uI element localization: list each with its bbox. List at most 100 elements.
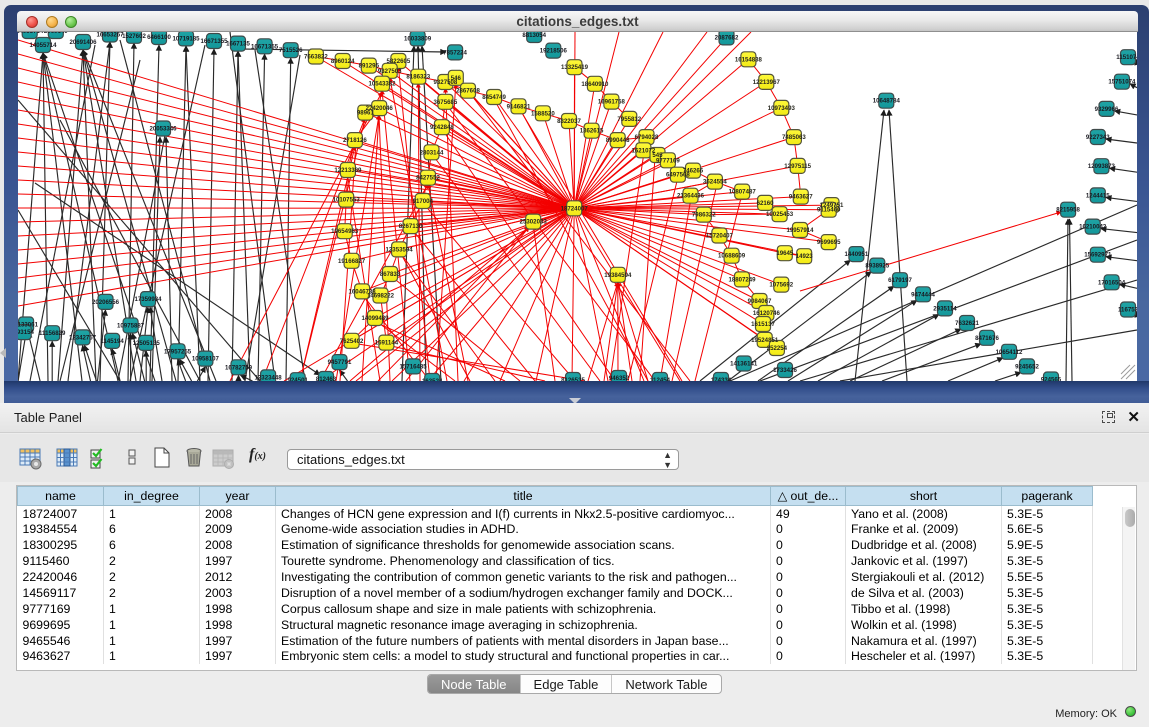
svg-text:10975887: 10975887 <box>117 323 145 330</box>
svg-text:62160: 62160 <box>757 200 775 207</box>
svg-text:9242848: 9242848 <box>430 124 454 131</box>
svg-text:7986322: 7986322 <box>692 212 716 219</box>
svg-text:25302033: 25302033 <box>520 219 548 226</box>
svg-text:8215958: 8215958 <box>1056 207 1080 214</box>
svg-text:19166827: 19166827 <box>338 258 366 265</box>
svg-text:7663822: 7663822 <box>304 54 328 61</box>
svg-text:6794028: 6794028 <box>635 134 659 141</box>
svg-text:19957914: 19957914 <box>786 227 814 234</box>
svg-text:9084067: 9084067 <box>748 298 772 305</box>
svg-text:14136141: 14136141 <box>730 361 758 368</box>
svg-text:8938925: 8938925 <box>865 263 889 270</box>
svg-text:18640910: 18640910 <box>581 81 609 88</box>
svg-text:1667135: 1667135 <box>226 41 250 48</box>
svg-text:10719185: 10719185 <box>172 35 200 42</box>
svg-text:21364436: 21364436 <box>677 193 705 200</box>
svg-text:16671355: 16671355 <box>200 38 228 45</box>
svg-text:393154: 393154 <box>18 329 34 336</box>
svg-text:6466100: 6466100 <box>147 34 171 41</box>
svg-text:8990448: 8990448 <box>606 137 630 144</box>
svg-text:15692971: 15692971 <box>1084 252 1112 259</box>
svg-text:9146821: 9146821 <box>507 103 531 110</box>
svg-text:15720407: 15720407 <box>706 233 734 240</box>
svg-text:891295: 891295 <box>359 63 380 70</box>
svg-text:16671355: 16671355 <box>251 43 279 50</box>
svg-text:8427552: 8427552 <box>416 175 440 182</box>
svg-text:8186323: 8186323 <box>406 74 430 81</box>
svg-text:1527602: 1527602 <box>122 33 146 40</box>
svg-text:1362615: 1362615 <box>580 128 604 135</box>
svg-text:3624554: 3624554 <box>703 179 727 186</box>
svg-text:1733426: 1733426 <box>773 367 797 374</box>
svg-text:12093873: 12093873 <box>1088 163 1116 170</box>
svg-text:2087682: 2087682 <box>715 34 739 41</box>
svg-text:14055714: 14055714 <box>18 32 44 35</box>
svg-text:20691406: 20691406 <box>69 39 97 46</box>
svg-text:3675685: 3675685 <box>434 99 458 106</box>
svg-text:16033809: 16033809 <box>404 35 432 42</box>
svg-text:867833: 867833 <box>380 271 401 278</box>
svg-text:7857224: 7857224 <box>443 49 467 56</box>
svg-text:10973493: 10973493 <box>768 105 796 112</box>
svg-text:917004: 917004 <box>413 198 434 205</box>
svg-text:19524851: 19524851 <box>751 337 779 344</box>
svg-text:12323448: 12323448 <box>255 374 283 381</box>
svg-text:15751074: 15751074 <box>1108 79 1136 86</box>
svg-text:9457791: 9457791 <box>328 359 352 366</box>
svg-text:19384594: 19384594 <box>604 272 632 279</box>
svg-text:252254: 252254 <box>767 345 788 352</box>
svg-text:2867608: 2867608 <box>456 88 480 95</box>
svg-text:20206556: 20206556 <box>92 299 120 306</box>
svg-text:16154838: 16154838 <box>735 56 763 63</box>
svg-text:1151074: 1151074 <box>1116 54 1137 61</box>
svg-text:19645: 19645 <box>776 250 794 257</box>
svg-text:746266: 746266 <box>683 168 704 175</box>
svg-text:16120746: 16120746 <box>753 310 781 317</box>
svg-text:10025453: 10025453 <box>766 211 794 218</box>
svg-text:98961: 98961 <box>357 110 375 117</box>
svg-text:18807249: 18807249 <box>728 276 756 283</box>
svg-text:7485063: 7485063 <box>782 134 806 141</box>
svg-text:7625402: 7625402 <box>340 338 364 345</box>
svg-text:16653267: 16653267 <box>96 32 124 39</box>
svg-text:12505135: 12505135 <box>133 340 161 347</box>
svg-text:7515526: 7515526 <box>279 47 303 54</box>
svg-text:546: 546 <box>451 75 462 82</box>
svg-text:1588520: 1588520 <box>531 110 555 117</box>
svg-text:10543382: 10543382 <box>368 81 396 88</box>
svg-text:14698222: 14698222 <box>367 293 395 300</box>
svg-text:16961758: 16961758 <box>598 99 626 106</box>
svg-text:2803144: 2803144 <box>420 149 444 156</box>
svg-text:20053346: 20053346 <box>149 126 177 133</box>
svg-text:17957255: 17957255 <box>164 348 192 355</box>
svg-text:17359934: 17359934 <box>134 296 162 303</box>
svg-text:12342757: 12342757 <box>69 334 97 341</box>
svg-text:12353594: 12353594 <box>386 246 414 253</box>
svg-text:7632621: 7632621 <box>955 320 979 327</box>
svg-text:9327503: 9327503 <box>378 68 402 75</box>
svg-text:14099489: 14099489 <box>361 315 389 322</box>
svg-text:8267130: 8267130 <box>399 223 423 230</box>
svg-text:9245652: 9245652 <box>1015 363 1039 370</box>
svg-text:11156829: 11156829 <box>39 330 66 337</box>
svg-text:14055714: 14055714 <box>29 42 57 49</box>
svg-text:18724007: 18724007 <box>561 205 589 212</box>
svg-text:19654983: 19654983 <box>331 228 359 235</box>
svg-text:2069140: 2069140 <box>44 32 68 35</box>
svg-text:1244415: 1244415 <box>1086 192 1110 199</box>
svg-text:10688609: 10688609 <box>718 253 746 260</box>
svg-text:8454749: 8454749 <box>482 94 506 101</box>
svg-text:12975115: 12975115 <box>784 163 811 170</box>
svg-text:2935114: 2935114 <box>933 305 957 312</box>
svg-text:12213389: 12213389 <box>334 167 362 174</box>
svg-text:9699695: 9699695 <box>817 239 841 246</box>
svg-text:7955812: 7955812 <box>617 116 641 123</box>
svg-text:5822605: 5822605 <box>387 58 411 65</box>
svg-text:6179197: 6179197 <box>888 277 912 284</box>
svg-text:10107553: 10107553 <box>333 197 361 204</box>
svg-text:9329966: 9329966 <box>1095 106 1119 113</box>
svg-text:10654112: 10654112 <box>996 349 1023 356</box>
svg-text:1691144: 1691144 <box>375 340 399 347</box>
svg-text:9474444: 9474444 <box>911 291 935 298</box>
svg-text:2718126: 2718126 <box>343 137 367 144</box>
